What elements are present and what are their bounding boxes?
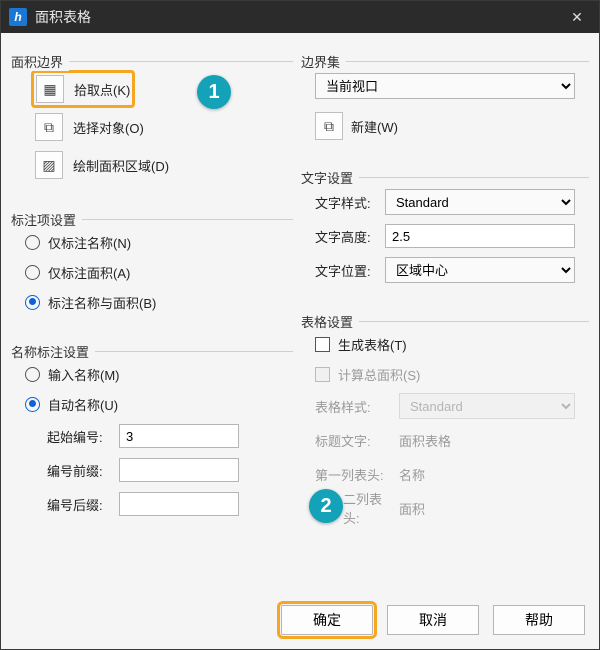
col1-header-value: 名称 [399,465,575,484]
radio-only-area-input[interactable] [25,265,40,280]
pick-point-row[interactable]: ▦ 拾取点(K) [31,71,279,107]
boundary-set-select[interactable]: 当前视口 [315,73,575,99]
radio-only-area-label: 仅标注面积(A) [48,263,130,282]
start-number-label: 起始编号: [47,427,109,446]
draw-region-icon: ▨ [35,151,63,179]
group-title-annotation-item: 标注项设置 [11,210,82,229]
group-title-area-boundary: 面积边界 [11,52,69,71]
group-annotation-item: 标注项设置 仅标注名称(N) 仅标注面积(A) 标注名称与面积(B) [11,211,293,329]
calc-total-label: 计算总面积(S) [338,365,420,384]
new-boundary-icon[interactable]: ⧉ [315,112,343,140]
radio-only-name-input[interactable] [25,235,40,250]
suffix-input[interactable] [119,492,239,516]
prefix-label: 编号前缀: [47,461,109,480]
table-style-label: 表格样式: [315,397,391,416]
calc-total-checkbox-row: 计算总面积(S) [315,359,575,389]
col2-header-label: 二列表头: [315,489,391,527]
prefix-row: 编号前缀: [47,453,279,487]
group-title-table-setting: 表格设置 [301,312,359,331]
text-position-label: 文字位置: [315,261,377,280]
text-style-label: 文字样式: [315,193,377,212]
draw-region-row[interactable]: ▨ 绘制面积区域(D) [35,147,279,183]
text-style-select[interactable]: Standard [385,189,575,215]
group-title-boundary-set: 边界集 [301,52,346,71]
ok-button[interactable]: 确定 [281,605,373,635]
radio-auto-name-label: 自动名称(U) [48,395,118,414]
radio-name-and-area[interactable]: 标注名称与面积(B) [25,287,279,317]
pick-point-label: 拾取点(K) [74,80,130,99]
radio-auto-name[interactable]: 自动名称(U) [25,389,279,419]
select-object-label: 选择对象(O) [73,118,144,137]
suffix-row: 编号后缀: [47,487,279,521]
radio-only-name[interactable]: 仅标注名称(N) [25,227,279,257]
select-object-row[interactable]: ⧉ 选择对象(O) [35,109,279,145]
draw-region-label: 绘制面积区域(D) [73,156,169,175]
calc-total-checkbox [315,367,330,382]
generate-table-checkbox-row[interactable]: 生成表格(T) [315,329,575,359]
radio-only-area[interactable]: 仅标注面积(A) [25,257,279,287]
title-text-value: 面积表格 [399,431,575,450]
radio-auto-name-input[interactable] [25,397,40,412]
radio-name-and-area-label: 标注名称与面积(B) [48,293,156,312]
generate-table-label: 生成表格(T) [338,335,407,354]
group-title-name-setting: 名称标注设置 [11,342,95,361]
cancel-button[interactable]: 取消 [387,605,479,635]
window-title: 面积表格 [35,7,91,27]
radio-only-name-label: 仅标注名称(N) [48,233,131,252]
select-object-icon: ⧉ [35,113,63,141]
suffix-label: 编号后缀: [47,495,109,514]
text-height-label: 文字高度: [315,227,377,246]
col1-header-label: 第一列表头: [315,465,391,484]
start-number-input[interactable] [119,424,239,448]
group-area-boundary: 面积边界 ▦ 拾取点(K) 1 ⧉ 选择对象(O) ▨ 绘制面积区域(D) [11,53,293,197]
close-icon[interactable]: ✕ [563,3,591,31]
app-icon: h [9,8,27,26]
generate-table-checkbox[interactable] [315,337,330,352]
text-position-select[interactable]: 区域中心 [385,257,575,283]
col2-header-value: 面积 [399,499,575,518]
title-text-label: 标题文字: [315,431,391,450]
group-title-text-setting: 文字设置 [301,168,359,187]
left-column: 面积边界 ▦ 拾取点(K) 1 ⧉ 选择对象(O) ▨ 绘制面积区域(D) [11,39,293,593]
radio-input-name-input[interactable] [25,367,40,382]
group-text-setting: 文字设置 文字样式: Standard 文字高度: 文字位置: 区域中心 [301,169,589,299]
new-boundary-label[interactable]: 新建(W) [351,117,398,136]
start-number-row: 起始编号: [47,419,279,453]
group-boundary-set: 边界集 当前视口 ⧉ 新建(W) [301,53,589,155]
radio-input-name[interactable]: 输入名称(M) [25,359,279,389]
group-name-setting: 名称标注设置 输入名称(M) 自动名称(U) 起始编号: 编号前缀: [11,343,293,533]
text-height-input[interactable] [385,224,575,248]
dialog-window: h 面积表格 ✕ 面积边界 ▦ 拾取点(K) 1 ⧉ 选择对象(O) [0,0,600,650]
pick-point-icon: ▦ [36,75,64,103]
help-button[interactable]: 帮助 [493,605,585,635]
prefix-input[interactable] [119,458,239,482]
table-style-select: Standard [399,393,575,419]
dialog-footer: 确定 取消 帮助 [1,597,599,649]
group-table-setting: 表格设置 生成表格(T) 计算总面积(S) 表格样式: Standard 标题 [301,313,589,537]
title-bar: h 面积表格 ✕ [1,1,599,33]
radio-name-and-area-input[interactable] [25,295,40,310]
right-column: 边界集 当前视口 ⧉ 新建(W) 文字设置 文字样式: Standard [301,39,589,593]
dialog-body: 面积边界 ▦ 拾取点(K) 1 ⧉ 选择对象(O) ▨ 绘制面积区域(D) [1,33,599,597]
radio-input-name-label: 输入名称(M) [48,365,120,384]
